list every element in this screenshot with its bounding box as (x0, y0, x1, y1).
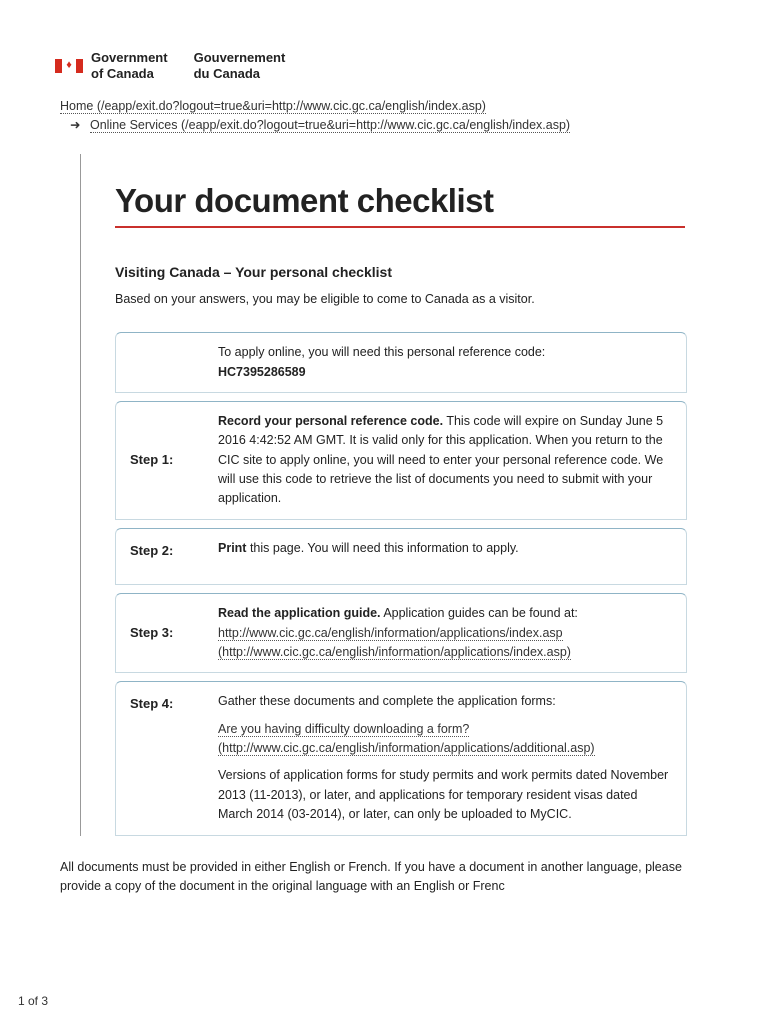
main-content: Your document checklist Visiting Canada … (80, 154, 720, 835)
refcode-label: To apply online, you will need this pers… (218, 345, 545, 359)
page-title: Your document checklist (115, 182, 720, 220)
step-1-label: Step 1: (130, 450, 218, 470)
step-2-box: Step 2: Print this page. You will need t… (115, 528, 687, 585)
gov-en-line1: Government (91, 50, 168, 66)
gov-fr-line2: du Canada (194, 66, 286, 82)
difficulty-downloading-link[interactable]: Are you having difficulty downloading a … (218, 722, 595, 756)
step-2-label: Step 2: (130, 539, 218, 561)
step-3-label: Step 3: (130, 623, 218, 643)
step-4-box: Step 4: Gather these documents and compl… (115, 681, 687, 835)
intro-text: Based on your answers, you may be eligib… (115, 292, 720, 306)
step-1-box: Step 1: Record your personal reference c… (115, 401, 687, 520)
page-number: 1 of 3 (18, 994, 48, 1008)
step-4-note: Versions of application forms for study … (218, 766, 672, 824)
step-3-box: Step 3: Read the application guide. Appl… (115, 593, 687, 673)
subtitle: Visiting Canada – Your personal checklis… (115, 264, 720, 280)
application-guide-link[interactable]: http://www.cic.gc.ca/english/information… (218, 626, 571, 660)
reference-code: HC7395286589 (218, 365, 306, 379)
reference-code-box: To apply online, you will need this pers… (115, 332, 687, 393)
gov-en-line2: of Canada (91, 66, 168, 82)
arrow-icon: ➜ (70, 118, 80, 132)
canada-flag-icon: ♦ (55, 59, 83, 73)
step-2-text: this page. You will need this informatio… (246, 541, 518, 555)
page-header: ♦ Government of Canada Gouvernement du C… (0, 0, 768, 99)
step-3-text: Application guides can be found at: (381, 606, 578, 620)
step-4-label: Step 4: (130, 692, 218, 714)
step-3-heading: Read the application guide. (218, 606, 381, 620)
step-1-heading: Record your personal reference code. (218, 414, 443, 428)
breadcrumb-home-link[interactable]: Home (/eapp/exit.do?logout=true&uri=http… (60, 99, 486, 114)
footer-note: All documents must be provided in either… (0, 844, 720, 897)
government-wordmark: Government of Canada Gouvernement du Can… (91, 50, 285, 81)
breadcrumb-online-services-link[interactable]: Online Services (/eapp/exit.do?logout=tr… (90, 118, 570, 133)
title-rule (115, 226, 685, 228)
breadcrumb: Home (/eapp/exit.do?logout=true&uri=http… (0, 99, 768, 138)
step-2-heading: Print (218, 541, 246, 555)
gov-fr-line1: Gouvernement (194, 50, 286, 66)
step-4-intro: Gather these documents and complete the … (218, 692, 672, 711)
